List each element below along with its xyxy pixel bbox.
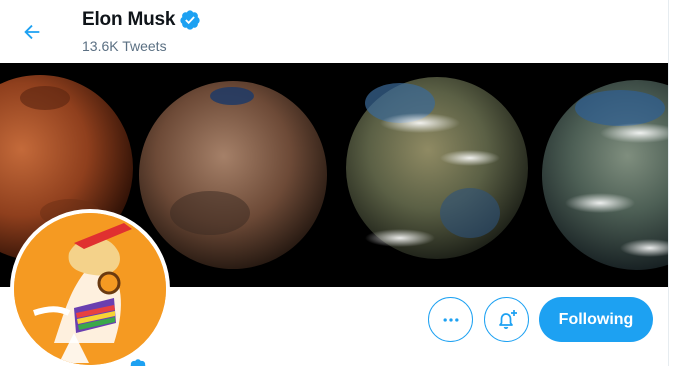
more-button[interactable]: [428, 297, 473, 342]
notifications-button[interactable]: [484, 297, 529, 342]
back-arrow-icon: [24, 24, 40, 40]
following-button[interactable]: Following: [539, 297, 653, 342]
more-dots-icon: [443, 317, 458, 322]
bell-plus-icon: [498, 309, 517, 329]
column-divider: [668, 0, 669, 366]
profile-name-row: Elon Musk: [82, 9, 201, 31]
profile-header: Elon Musk 13.6K Tweets: [0, 0, 668, 62]
profile-name: Elon Musk: [82, 9, 176, 30]
back-button[interactable]: [14, 14, 50, 50]
profile-actions: Following: [0, 297, 668, 347]
verified-badge-icon: [130, 359, 146, 366]
verified-badge-icon: [180, 10, 200, 30]
tweet-count: 13.6K Tweets: [82, 38, 167, 54]
